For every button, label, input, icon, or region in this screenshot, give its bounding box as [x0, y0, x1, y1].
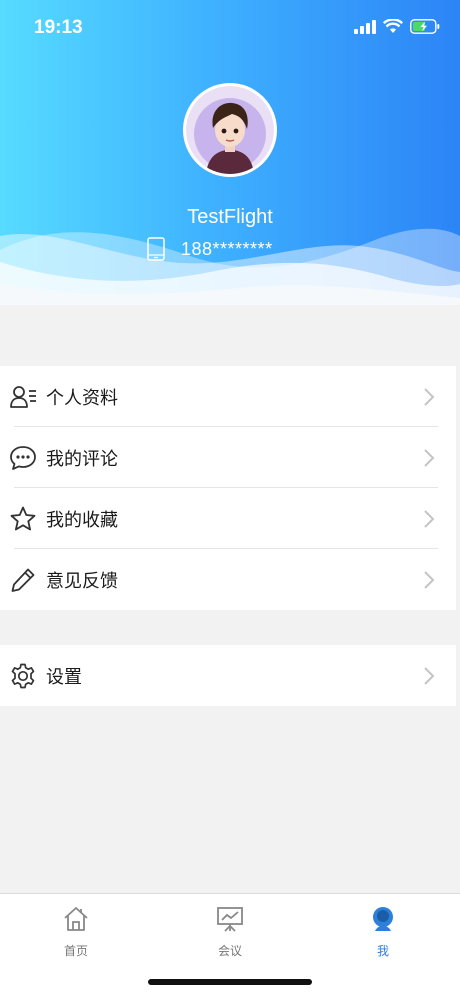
tab-label: 会议: [217, 944, 242, 958]
home-icon: [64, 907, 88, 931]
menu-group-settings: 设置: [0, 645, 456, 706]
status-bar: 19:13: [0, 0, 460, 56]
username: TestFlight: [187, 206, 273, 228]
menu-item-settings[interactable]: 设置: [0, 645, 456, 706]
menu-group-account: 个人资料 我的评论 我的收藏 意见反馈: [0, 366, 456, 610]
tab-meeting[interactable]: 会议: [190, 904, 270, 959]
menu-item-profile[interactable]: 个人资料: [0, 366, 456, 427]
pencil-icon: [9, 566, 37, 594]
battery-charging-icon: [410, 19, 440, 34]
menu-item-comments[interactable]: 我的评论: [0, 427, 456, 488]
profile-card-icon: [9, 383, 37, 411]
avatar[interactable]: [183, 83, 277, 177]
chevron-right-icon: [424, 388, 435, 406]
avatar-illustration: [186, 86, 274, 174]
cellular-signal-icon: [354, 19, 376, 34]
menu-item-label: 我的评论: [46, 448, 118, 469]
user-icon: [373, 907, 393, 931]
chevron-right-icon: [424, 449, 435, 467]
tab-home[interactable]: 首页: [36, 904, 116, 959]
menu-item-label: 我的收藏: [46, 509, 118, 530]
menu-item-label: 设置: [46, 666, 82, 687]
star-icon: [9, 505, 37, 533]
tab-label: 我: [376, 944, 389, 958]
chevron-right-icon: [424, 510, 435, 528]
chevron-right-icon: [424, 667, 435, 685]
tab-label: 首页: [63, 944, 88, 958]
mobile-phone-icon: [147, 237, 165, 261]
phone-number: 188********: [181, 238, 273, 259]
status-time: 19:13: [34, 17, 83, 38]
menu-item-feedback[interactable]: 意见反馈: [0, 549, 456, 610]
profile-header: 19:13 TestFlight 188********: [0, 0, 460, 305]
wifi-icon: [383, 19, 403, 33]
chevron-right-icon: [424, 571, 435, 589]
presentation-icon: [217, 907, 243, 932]
home-indicator: [148, 979, 312, 985]
menu-item-label: 个人资料: [46, 387, 118, 408]
tab-me[interactable]: 我: [343, 904, 423, 959]
menu-item-favorites[interactable]: 我的收藏: [0, 488, 456, 549]
gear-icon: [9, 662, 37, 690]
comment-bubble-icon: [9, 444, 37, 472]
status-icons: [354, 19, 440, 34]
menu-item-label: 意见反馈: [46, 570, 118, 591]
phone-row: 188********: [147, 237, 273, 261]
